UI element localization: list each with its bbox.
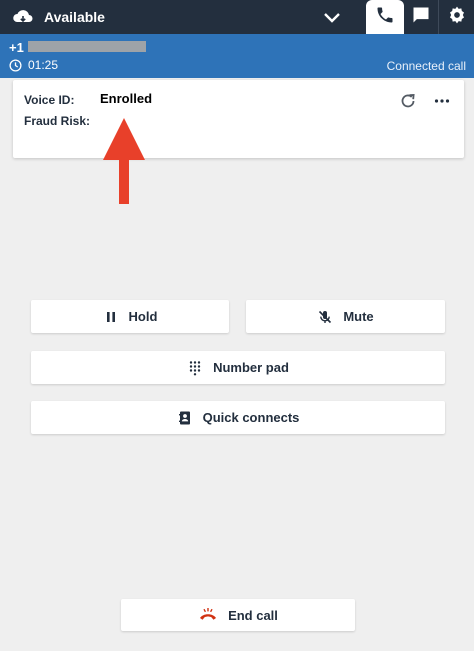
voice-id-card: Voice ID: Enrolled Fraud Risk: [13, 80, 464, 158]
call-duration: 01:25 [28, 58, 59, 72]
tab-phone[interactable] [366, 0, 404, 34]
gear-icon [447, 5, 467, 30]
quick-connects-button[interactable]: Quick connects [31, 401, 445, 434]
number-pad-label: Number pad [213, 360, 289, 375]
refresh-icon[interactable] [399, 92, 417, 110]
tab-settings[interactable] [438, 0, 474, 34]
chevron-down-icon[interactable] [323, 9, 341, 25]
hold-label: Hold [128, 309, 158, 324]
fraud-risk-label: Fraud Risk: [24, 114, 91, 128]
mute-button[interactable]: Mute [246, 300, 445, 333]
quick-connects-label: Quick connects [202, 410, 300, 425]
contact-book-icon [177, 410, 193, 426]
pause-icon [103, 309, 119, 325]
mute-label: Mute [343, 309, 374, 324]
chat-icon [411, 5, 431, 30]
tab-chat[interactable] [405, 0, 437, 34]
more-options-icon[interactable] [433, 92, 451, 110]
hang-up-icon [198, 607, 218, 623]
end-call-button[interactable]: End call [121, 599, 355, 631]
clock-icon [9, 58, 22, 72]
number-pad-button[interactable]: Number pad [31, 351, 445, 384]
voice-id-status: Enrolled [100, 91, 153, 106]
call-timer: 01:25 [9, 58, 58, 72]
top-bar: Available [0, 0, 474, 34]
agent-status-selector[interactable]: Available [12, 0, 105, 34]
keypad-icon [187, 360, 203, 376]
microphone-muted-icon [317, 309, 333, 325]
redacted-number [28, 41, 146, 52]
call-state-label: Connected call [386, 59, 466, 73]
voice-id-label: Voice ID: [24, 93, 75, 107]
agent-status-label: Available [44, 9, 105, 25]
cloud-sync-icon [12, 8, 34, 26]
phone-icon [375, 5, 395, 30]
end-call-label: End call [228, 607, 278, 623]
hold-button[interactable]: Hold [31, 300, 229, 333]
caller-number: +1 [9, 40, 24, 55]
call-status-bar: +1 01:25 Connected call [0, 34, 474, 78]
annotation-arrow-icon [98, 116, 150, 206]
